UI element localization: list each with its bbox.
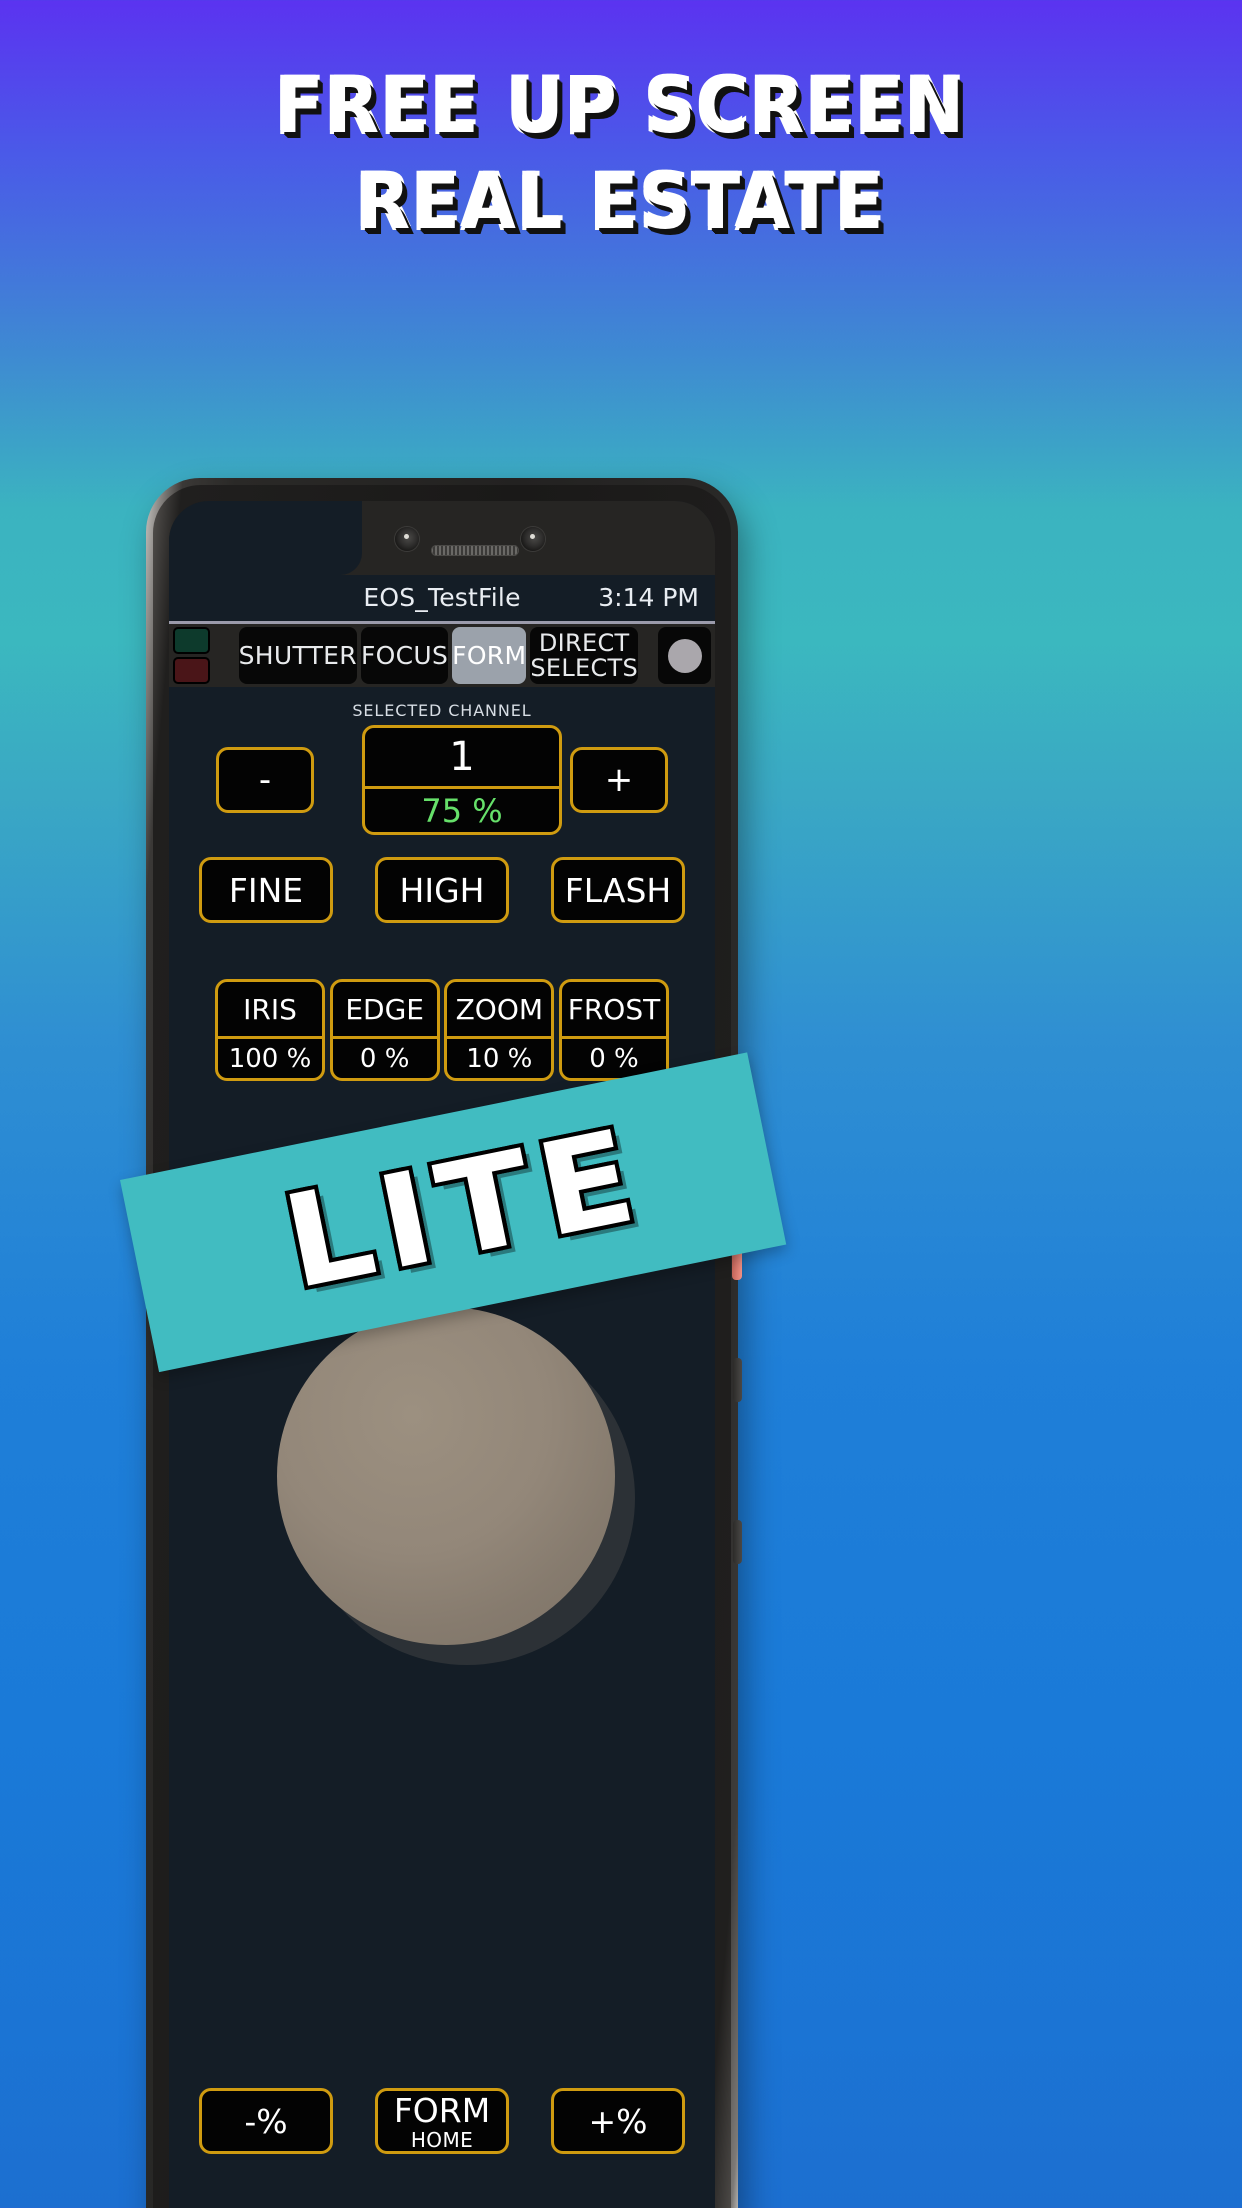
tab-shutter[interactable]: SHUTTER — [238, 627, 357, 684]
button-flash[interactable]: FLASH — [551, 857, 685, 923]
pad-edge[interactable]: EDGE 0 % — [329, 979, 440, 1081]
pad-edge-label: EDGE — [345, 992, 424, 1026]
selected-channel-label: SELECTED CHANNEL — [352, 701, 532, 720]
tab-form[interactable]: FORM — [452, 627, 527, 684]
app-content: SELECTED CHANNEL - 1 75 % + FINE HIGH FL… — [169, 687, 715, 2208]
quality-button-row: FINE HIGH FLASH — [169, 857, 715, 923]
pad-zoom[interactable]: ZOOM 10 % — [444, 979, 555, 1081]
parameter-pad-row: IRIS 100 % EDGE 0 % ZOOM 10 % FROST 0 % — [169, 979, 715, 1081]
button-form-home[interactable]: FORM HOME — [375, 2088, 509, 2154]
notch-cutout — [169, 501, 362, 575]
lite-ribbon-label: LITE — [272, 1100, 657, 1319]
headline-line-2: REAL ESTATE — [356, 157, 886, 246]
pad-zoom-label: ZOOM — [455, 992, 544, 1026]
record-dot-icon — [667, 638, 702, 673]
front-camera-icon — [395, 527, 419, 551]
pad-zoom-value: 10 % — [447, 1036, 552, 1078]
promo-headline: FREE UP SCREEN REAL ESTATE — [0, 62, 1242, 246]
button-high[interactable]: HIGH — [375, 857, 509, 923]
record-button[interactable] — [658, 627, 711, 684]
button-increase-percent[interactable]: +% — [551, 2088, 685, 2154]
earpiece-speaker-icon — [431, 545, 519, 556]
pad-edge-value: 0 % — [332, 1036, 437, 1078]
phone-screen: EOS_TestFile 3:14 PM SHUTTER FOCUS FORM — [169, 501, 715, 2208]
tab-bar-spacer-right — [640, 624, 656, 687]
pad-iris[interactable]: IRIS 100 % — [215, 979, 325, 1081]
indicator-swatch-green — [173, 627, 210, 654]
background-logo-graphic — [277, 1307, 635, 1665]
button-decrease-percent[interactable]: -% — [199, 2088, 333, 2154]
pad-frost[interactable]: FROST 0 % — [558, 979, 669, 1081]
channel-percent-value: 75 % — [365, 786, 559, 832]
logo-disc — [277, 1307, 615, 1645]
phone-notch-bar — [169, 501, 715, 575]
indicator-swatch-red — [173, 657, 210, 684]
button-form-home-label: FORM — [393, 2090, 491, 2130]
button-form-home-sublabel: HOME — [410, 2127, 474, 2152]
phone-volume-down-button[interactable] — [733, 1520, 742, 1564]
status-bar-title: EOS_TestFile — [363, 582, 521, 612]
channel-display[interactable]: 1 75 % — [362, 725, 562, 835]
tab-bar-spacer — [212, 624, 237, 687]
channel-increment-button[interactable]: + — [570, 747, 668, 813]
tab-direct-selects[interactable]: DIRECT SELECTS — [530, 627, 639, 684]
tab-bar: SHUTTER FOCUS FORM DIRECT SELECTS — [169, 621, 715, 687]
channel-control-row: - 1 75 % + — [169, 725, 715, 835]
tab-direct-selects-label: DIRECT SELECTS — [530, 631, 638, 680]
tab-direct-selects-line2: SELECTS — [530, 653, 639, 682]
phone-volume-up-button[interactable] — [733, 1358, 742, 1402]
status-bar: EOS_TestFile 3:14 PM — [169, 575, 715, 619]
front-camera-secondary-icon — [521, 527, 545, 551]
channel-decrement-button[interactable]: - — [216, 747, 314, 813]
pad-iris-value: 100 % — [218, 1036, 322, 1078]
pad-frost-label: FROST — [567, 992, 661, 1026]
tab-focus[interactable]: FOCUS — [360, 627, 449, 684]
button-fine[interactable]: FINE — [199, 857, 333, 923]
pad-iris-label: IRIS — [243, 992, 297, 1026]
bottom-button-row: -% FORM HOME +% — [169, 2088, 715, 2154]
connection-indicator — [169, 624, 212, 687]
headline-line-1: FREE UP SCREEN — [275, 61, 967, 150]
channel-number-value: 1 — [449, 734, 475, 780]
